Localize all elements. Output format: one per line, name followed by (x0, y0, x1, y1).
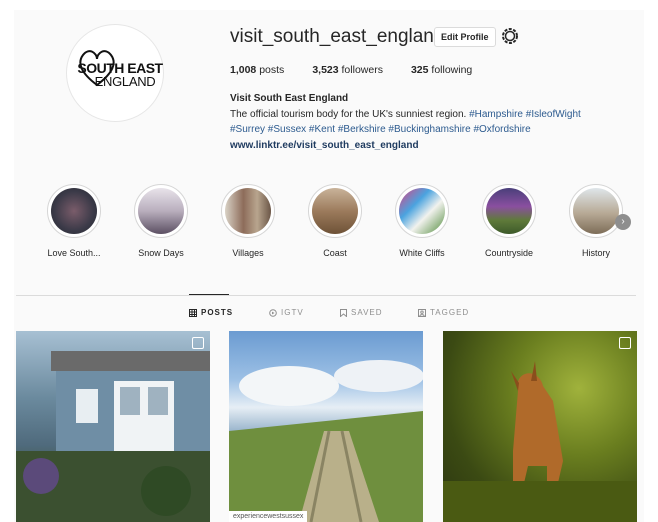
tabs-divider (16, 295, 636, 296)
highlight-thumbnail (573, 188, 619, 234)
highlight-thumbnail (486, 188, 532, 234)
profile-stats: 1,008 posts 3,523 followers 325 followin… (230, 64, 472, 76)
highlight-thumbnail (138, 188, 184, 234)
profile-bio: Visit South East England The official to… (230, 91, 630, 153)
bookmark-icon (340, 308, 347, 317)
highlight-thumbnail (399, 188, 445, 234)
highlight-label: Love South... (47, 248, 101, 258)
post-thumbnail[interactable] (16, 331, 210, 522)
highlight-thumbnail (225, 188, 271, 234)
highlight-snow-days[interactable]: Snow Days (121, 184, 201, 258)
edit-profile-button[interactable]: Edit Profile (434, 27, 496, 47)
highlight-thumbnail (312, 188, 358, 234)
settings-gear-icon[interactable] (500, 26, 520, 46)
highlight-label: Villages (232, 248, 264, 258)
bio-hashtags-1[interactable]: #Hampshire #IsleofWight (469, 109, 581, 120)
post-credit: experiencewestsussex (229, 511, 308, 522)
highlights-next-chevron-icon[interactable]: › (615, 214, 631, 230)
active-tab-indicator (189, 294, 229, 295)
tab-igtv[interactable]: IGTV (269, 308, 304, 317)
tab-saved[interactable]: SAVED (340, 308, 383, 317)
summerhouse-image (16, 351, 210, 522)
tag-person-icon (418, 308, 426, 317)
bio-hashtags-2[interactable]: #Surrey #Sussex #Kent #Berkshire #Buckin… (230, 122, 630, 138)
downs-path-image (229, 360, 423, 522)
carousel-icon (619, 337, 631, 349)
profile-frame: SOUTH EAST ENGLAND visit_south_east_engl… (14, 10, 644, 522)
highlight-white-cliffs[interactable]: White Cliffs (382, 184, 462, 258)
highlight-countryside[interactable]: Countryside (469, 184, 549, 258)
highlight-label: Countryside (484, 248, 534, 258)
highlight-coast[interactable]: Coast (295, 184, 375, 258)
profile-avatar[interactable]: SOUTH EAST ENGLAND (66, 24, 164, 122)
logo-line-2: ENGLAND (94, 73, 156, 89)
igtv-icon (269, 308, 277, 317)
profile-display-name: Visit South East England (230, 93, 349, 104)
highlight-label: Snow Days (138, 248, 184, 258)
profile-username: visit_south_east_england (230, 26, 445, 47)
highlight-label: Coast (323, 248, 347, 258)
followers-count[interactable]: 3,523 followers (312, 64, 383, 76)
highlight-villages[interactable]: Villages (208, 184, 288, 258)
highlight-label: History (581, 248, 610, 258)
bio-link[interactable]: www.linktr.ee/visit_south_east_england (230, 138, 630, 154)
grid-icon (189, 308, 197, 317)
following-count[interactable]: 325 following (411, 64, 472, 76)
posts-count[interactable]: 1,008 posts (230, 64, 284, 76)
tab-posts[interactable]: POSTS (189, 308, 233, 317)
highlight-thumbnail (51, 188, 97, 234)
deer-image (443, 361, 637, 522)
bio-text: The official tourism body for the UK's s… (230, 108, 467, 120)
highlight-label: White Cliffs (399, 248, 445, 258)
carousel-icon (192, 337, 204, 349)
post-thumbnail[interactable]: experiencewestsussex (229, 331, 423, 522)
highlight-love-south[interactable]: Love South... (34, 184, 114, 258)
post-thumbnail[interactable] (443, 331, 637, 522)
tab-tagged[interactable]: TAGGED (418, 308, 469, 317)
